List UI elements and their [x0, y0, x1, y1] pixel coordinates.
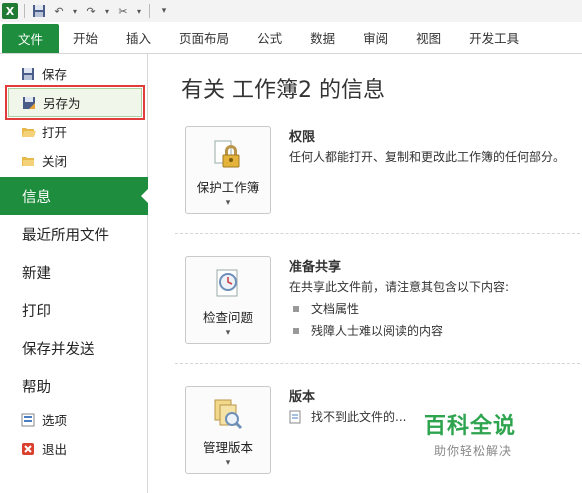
customize-toolbar-icon[interactable]: ▾ [156, 3, 172, 19]
watermark-title: 百科全说 [424, 414, 517, 439]
section-divider [175, 233, 582, 234]
list-item-text: 残障人士难以阅读的内容 [311, 324, 444, 338]
tab-file[interactable]: 文件 [2, 24, 60, 53]
toolbar-separator [149, 4, 150, 18]
options-icon [20, 412, 36, 428]
nav-open-label: 打开 [42, 125, 68, 140]
document-icon [289, 410, 301, 424]
bullet-icon [293, 305, 299, 312]
dropdown-arrow-icon[interactable]: ▾ [103, 3, 111, 19]
versions-description-row: 找不到此文件的... [289, 408, 406, 425]
protect-workbook-label: 保护工作簿 [196, 180, 260, 195]
nav-save-label: 保存 [42, 67, 68, 82]
list-item: 文档属性 [293, 300, 359, 317]
tab-review[interactable]: 审阅 [349, 22, 402, 53]
nav-save-send[interactable]: 保存并发送 [0, 329, 147, 367]
quick-access-toolbar: X ↶ ▾ ↷ ▾ ✂ ▾ ▾ [0, 0, 582, 22]
nav-exit[interactable]: 退出 [0, 434, 147, 463]
close-folder-icon [20, 153, 36, 169]
save-icon [20, 66, 36, 82]
permissions-section: 保护工作簿 ▾ 权限 任何人都能打开、复制和更改此工作簿的任何部分。 [175, 114, 582, 234]
nav-close[interactable]: 关闭 [0, 146, 147, 175]
dropdown-arrow-icon[interactable]: ▾ [135, 3, 143, 19]
nav-new[interactable]: 新建 [0, 253, 147, 291]
toolbar-separator [24, 4, 25, 18]
tab-view[interactable]: 视图 [402, 22, 455, 53]
check-issues-label: 检查问题 [202, 310, 253, 325]
tab-insert[interactable]: 插入 [112, 22, 165, 53]
nav-info[interactable]: 信息 [0, 177, 149, 215]
check-document-icon [211, 267, 245, 301]
nav-options[interactable]: 选项 [0, 405, 147, 434]
tab-developer[interactable]: 开发工具 [455, 22, 533, 53]
undo-icon[interactable]: ↶ [51, 3, 67, 19]
ribbon-tabs: 文件 开始 插入 页面布局 公式 数据 审阅 视图 开发工具 [0, 22, 582, 54]
tab-data[interactable]: 数据 [296, 22, 349, 53]
bullet-icon [293, 327, 299, 334]
section-divider [175, 363, 582, 364]
lock-key-icon [211, 137, 245, 171]
nav-exit-label: 退出 [42, 442, 68, 457]
manage-versions-button[interactable]: 管理版本 ▾ [185, 386, 271, 474]
nav-help[interactable]: 帮助 [0, 367, 147, 405]
nav-print[interactable]: 打印 [0, 291, 147, 329]
check-issues-button[interactable]: 检查问题 ▾ [185, 256, 271, 344]
tab-home[interactable]: 开始 [59, 22, 112, 53]
open-folder-icon [20, 124, 36, 140]
dropdown-arrow-icon: ▾ [225, 458, 231, 468]
nav-save[interactable]: 保存 [0, 59, 147, 88]
versions-heading: 版本 [289, 390, 316, 405]
nav-close-label: 关闭 [42, 154, 68, 169]
watermark-subtitle: 助你轻松解决 [434, 444, 513, 458]
excel-app-icon[interactable]: X [2, 3, 18, 19]
exit-icon [20, 441, 36, 457]
save-as-icon [21, 95, 37, 111]
nav-save-as[interactable]: 另存为 [5, 85, 145, 120]
dropdown-arrow-icon: ▾ [225, 328, 231, 338]
dropdown-arrow-icon: ▾ [225, 198, 231, 208]
nav-open[interactable]: 打开 [0, 117, 147, 146]
watermark: 百科全说 助你轻松解决 [424, 408, 554, 459]
save-icon[interactable] [31, 3, 47, 19]
list-item: 残障人士难以阅读的内容 [293, 322, 443, 339]
versions-description: 找不到此文件的... [311, 410, 407, 424]
manage-versions-label: 管理版本 [202, 440, 253, 455]
dropdown-arrow-icon[interactable]: ▾ [71, 3, 79, 19]
prepare-sharing-heading: 准备共享 [289, 260, 342, 275]
prepare-sharing-description: 在共享此文件前，请注意其包含以下内容: [289, 280, 510, 294]
backstage-nav: 保存 另存为 打开 关闭 信息 最近所用文件 新建 打印 保存并发送 帮助 选项… [0, 54, 149, 493]
tools-icon[interactable]: ✂ [115, 3, 131, 19]
versions-icon [211, 397, 245, 431]
nav-options-label: 选项 [42, 413, 68, 428]
list-item-text: 文档属性 [311, 302, 360, 316]
permissions-heading: 权限 [289, 130, 316, 145]
page-title: 有关 工作簿2 的信息 [181, 78, 385, 103]
permissions-description: 任何人都能打开、复制和更改此工作簿的任何部分。 [289, 150, 566, 164]
prepare-sharing-section: 检查问题 ▾ 准备共享 在共享此文件前，请注意其包含以下内容: 文档属性 残障人… [175, 244, 582, 364]
protect-workbook-button[interactable]: 保护工作簿 ▾ [185, 126, 271, 214]
redo-icon[interactable]: ↷ [83, 3, 99, 19]
tab-page-layout[interactable]: 页面布局 [165, 22, 243, 53]
nav-save-as-label: 另存为 [43, 96, 81, 111]
nav-recent[interactable]: 最近所用文件 [0, 215, 147, 253]
tab-formulas[interactable]: 公式 [243, 22, 296, 53]
